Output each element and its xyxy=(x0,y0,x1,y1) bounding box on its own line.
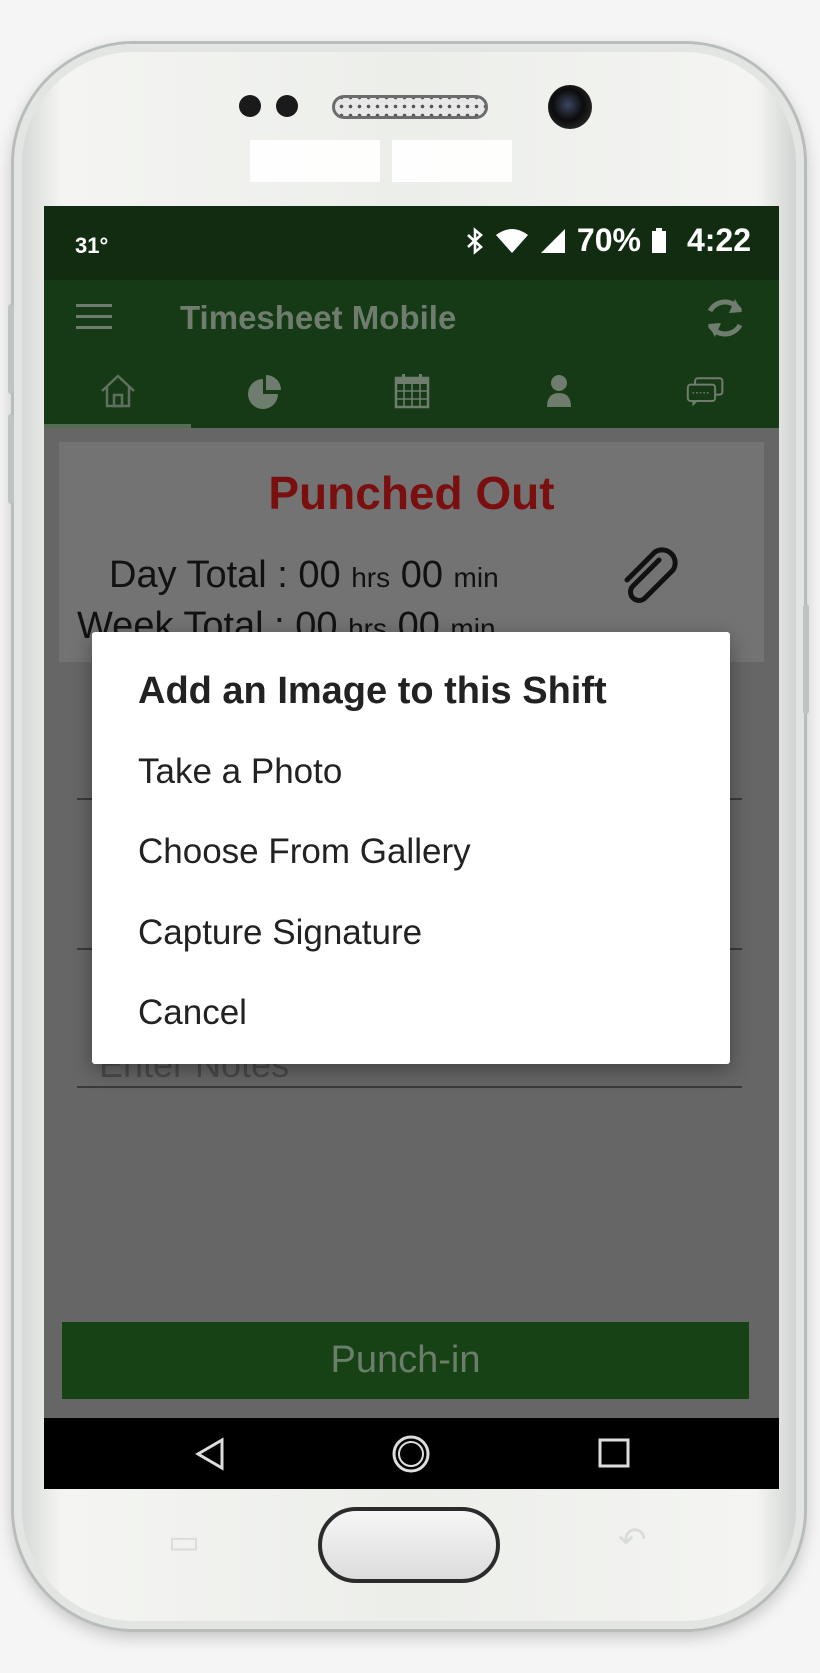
field-label-3 xyxy=(77,981,91,1005)
notes-underline xyxy=(77,1086,742,1088)
tab-messages[interactable] xyxy=(632,354,779,428)
capture-signature-option[interactable]: Capture Signature xyxy=(138,913,422,953)
recent-apps-key: ▭ xyxy=(168,1523,201,1561)
app-title: Timesheet Mobile xyxy=(180,299,457,336)
back-key: ↶ xyxy=(618,1521,647,1559)
front-camera xyxy=(548,85,592,129)
recents-icon[interactable] xyxy=(597,1436,631,1470)
physical-home-button[interactable] xyxy=(318,1507,500,1583)
dialog-title: Add an Image to this Shift xyxy=(138,670,607,712)
take-photo-option[interactable]: Take a Photo xyxy=(138,752,342,792)
day-total-label: Day Total : xyxy=(109,554,299,596)
wifi-icon xyxy=(495,228,528,253)
chat-icon xyxy=(686,377,723,407)
weather-temperature: 31° xyxy=(75,233,109,258)
glare xyxy=(250,140,380,182)
field-label-2 xyxy=(77,833,91,857)
proximity-sensor xyxy=(239,95,261,117)
tab-schedule[interactable] xyxy=(338,354,485,428)
tab-bar xyxy=(44,354,779,428)
home-icon xyxy=(100,374,135,408)
bluetooth-icon xyxy=(467,226,483,255)
power-button xyxy=(803,604,809,714)
day-total: Day Total : 00 hrs 00 min xyxy=(109,554,499,597)
android-nav-bar xyxy=(44,1418,779,1489)
field-label-1 xyxy=(77,693,91,717)
time-summary-card: Punched Out Day Total : 00 hrs 00 min We… xyxy=(59,442,764,662)
app-bar: Timesheet Mobile xyxy=(44,280,779,354)
pie-chart-icon xyxy=(247,375,281,409)
hamburger-menu-icon[interactable] xyxy=(76,304,112,330)
tab-profile[interactable] xyxy=(485,354,632,428)
cell-signal-icon xyxy=(540,228,565,253)
day-hours-value: 00 xyxy=(298,554,341,596)
punch-status: Punched Out xyxy=(268,467,555,519)
proximity-sensor xyxy=(276,95,298,117)
phone-screen: 31° 70% 4:22 Timesheet Mobile Punched Ou… xyxy=(44,206,779,1489)
home-nav-icon[interactable] xyxy=(391,1434,431,1474)
hours-unit: hrs xyxy=(351,562,391,593)
earpiece-speaker xyxy=(332,95,488,119)
selected-tab-indicator xyxy=(44,424,191,428)
battery-icon xyxy=(651,227,666,253)
tab-reports[interactable] xyxy=(191,354,338,428)
volume-button xyxy=(8,414,14,504)
person-icon xyxy=(546,375,571,407)
punch-in-button[interactable]: Punch-in xyxy=(62,1322,749,1399)
refresh-icon[interactable] xyxy=(702,295,748,341)
clock: 4:22 xyxy=(686,222,751,258)
volume-button xyxy=(8,304,14,394)
add-image-dialog: Add an Image to this Shift Take a Photo … xyxy=(92,632,730,1064)
back-icon[interactable] xyxy=(192,1436,228,1472)
cancel-option[interactable]: Cancel xyxy=(138,993,247,1033)
minutes-unit: min xyxy=(453,562,499,593)
calendar-icon xyxy=(394,374,429,409)
tab-home[interactable] xyxy=(44,354,191,428)
glare xyxy=(392,140,512,182)
battery-percentage: 70% xyxy=(576,222,641,258)
paperclip-icon[interactable] xyxy=(619,544,685,610)
status-bar: 31° 70% 4:22 xyxy=(44,206,779,280)
day-minutes-value: 00 xyxy=(400,554,443,596)
choose-from-gallery-option[interactable]: Choose From Gallery xyxy=(138,832,471,872)
